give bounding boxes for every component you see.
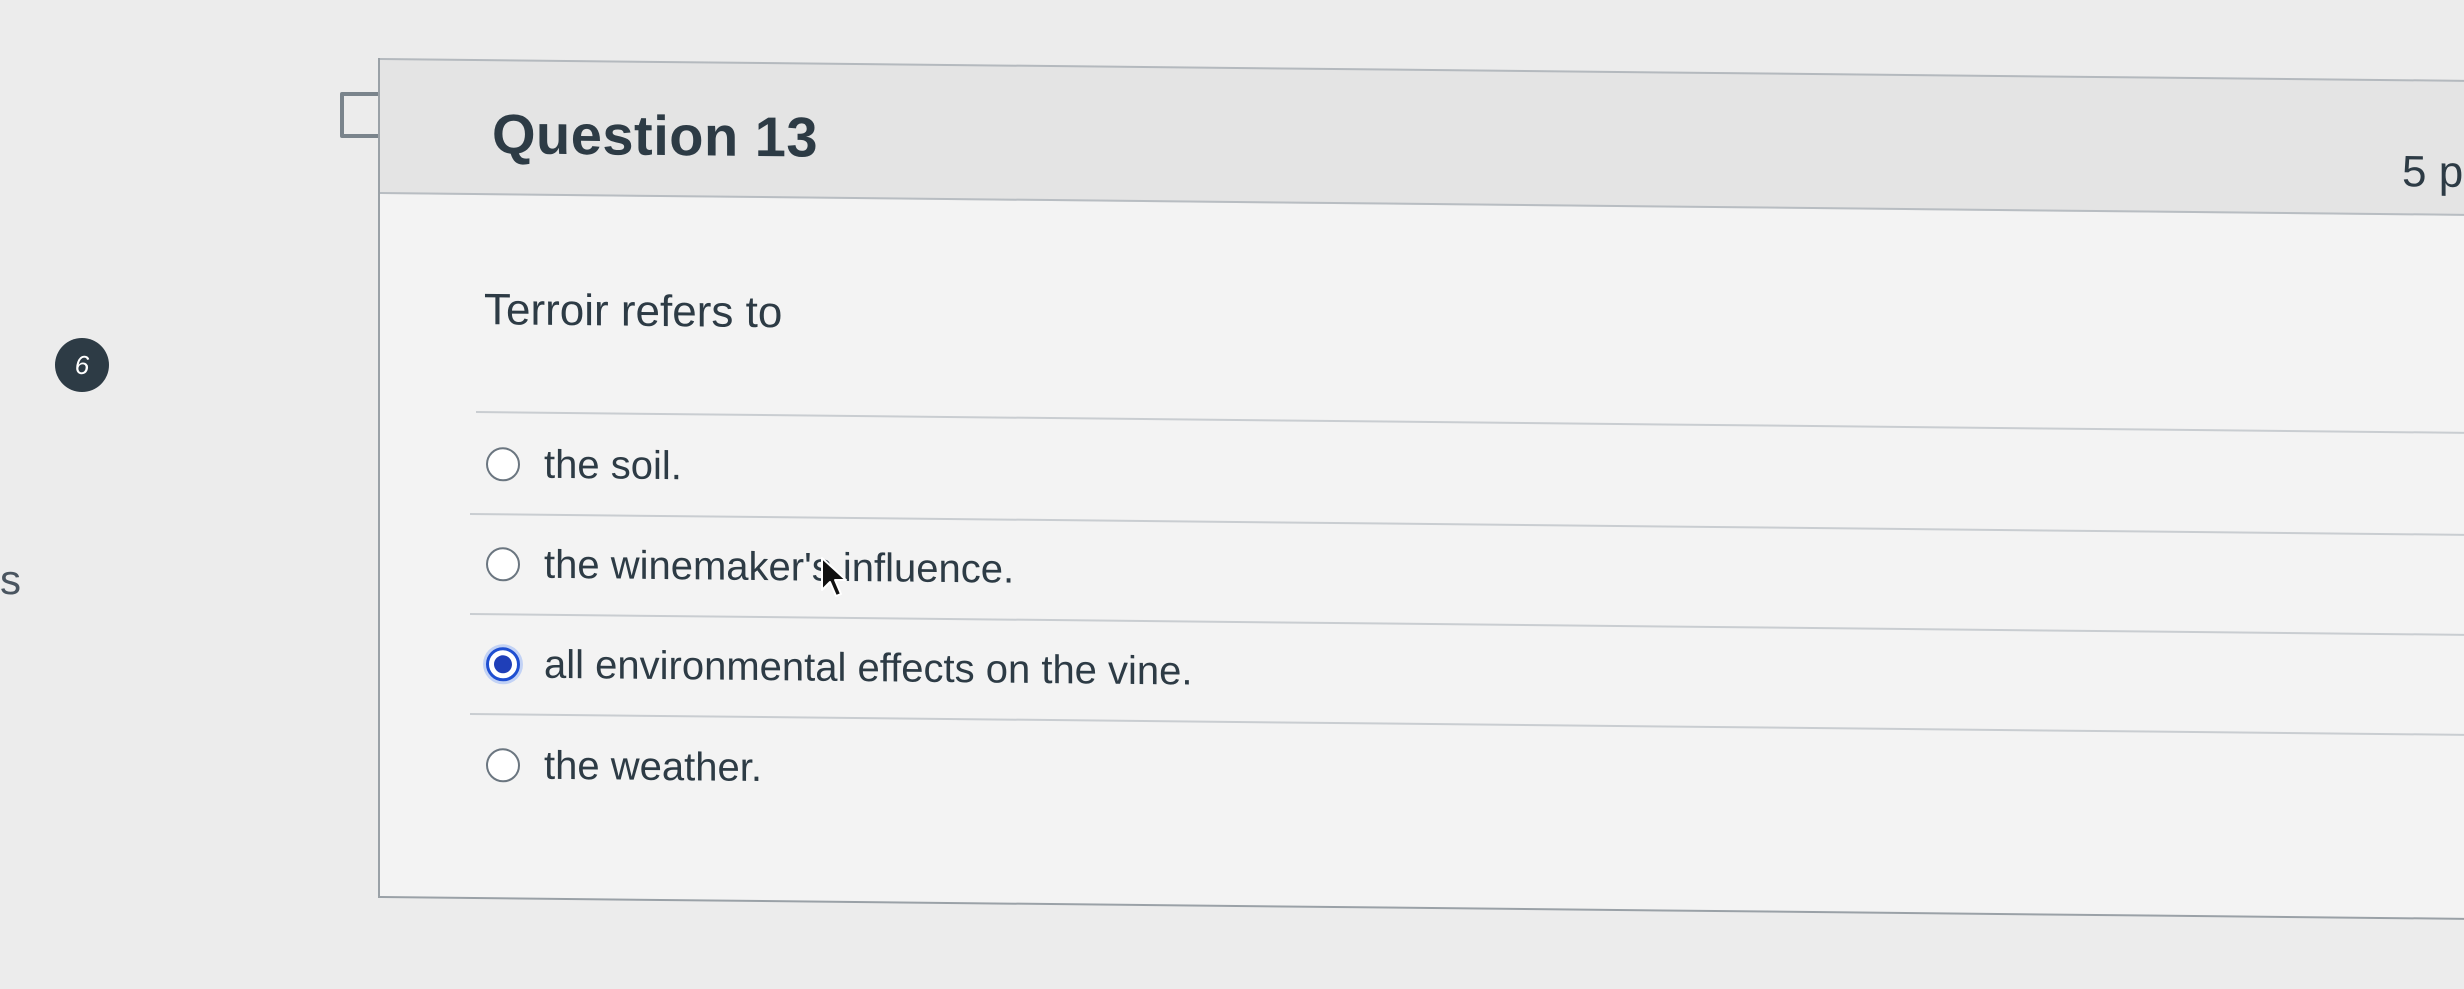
radio-button[interactable] xyxy=(486,748,520,783)
answer-label: the winemaker's influence. xyxy=(544,542,1015,592)
question-title: Question 13 xyxy=(492,102,819,169)
answer-label: all environmental effects on the vine. xyxy=(544,642,1193,694)
radio-button[interactable] xyxy=(486,447,520,482)
radio-button-selected[interactable] xyxy=(486,647,520,682)
answer-label: the weather. xyxy=(544,743,762,790)
answer-option-weather[interactable]: the weather. xyxy=(470,715,2464,836)
question-text: Terroir refers to xyxy=(484,285,783,338)
question-card: Question 13 5 p Terroir refers to the so… xyxy=(378,58,2464,920)
answer-list: the soil. the winemaker's influence. all… xyxy=(380,414,2464,836)
question-header: Question 13 5 p xyxy=(380,58,2464,216)
radio-button[interactable] xyxy=(486,547,520,582)
partial-sidebar-text: s xyxy=(0,556,21,603)
mouse-pointer-icon xyxy=(820,556,850,600)
unread-count-badge: 6 xyxy=(55,338,109,392)
question-points: 5 p xyxy=(2402,147,2464,197)
answer-label: the soil. xyxy=(544,442,682,488)
